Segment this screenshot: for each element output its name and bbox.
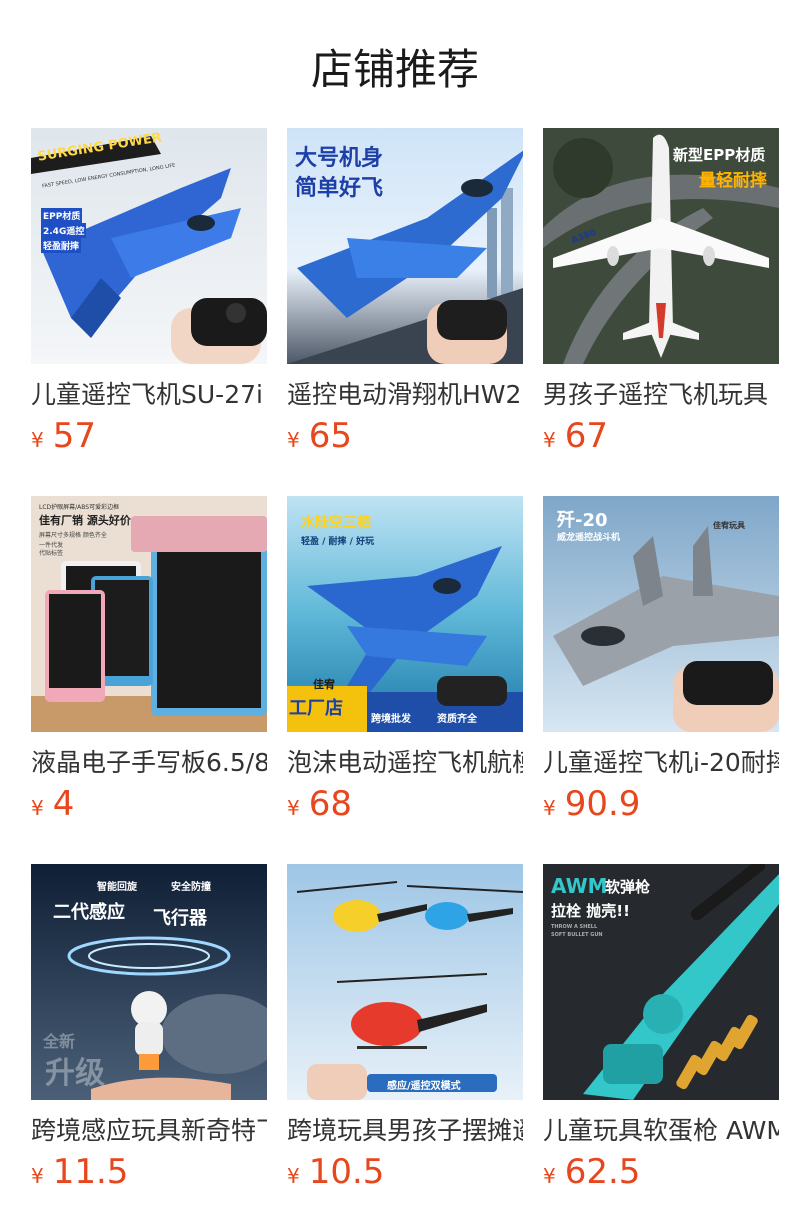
price-row: ¥ 11.5 bbox=[31, 1152, 267, 1192]
price-row: ¥ 68 bbox=[287, 784, 523, 824]
image-subtext: LCD护眼屏幕/ABS可爱彩边框 bbox=[39, 504, 120, 511]
product-name[interactable]: 儿童遥控飞机SU-27i bbox=[31, 378, 267, 412]
product-name[interactable]: 儿童玩具软蛋枪 AWM bbox=[543, 1114, 779, 1148]
product-card[interactable]: 歼-20 威龙遥控战斗机 佳宥玩具 儿童遥控飞机i-20耐摔 ¥ 90.9 bbox=[543, 496, 779, 864]
product-name[interactable]: 跨境玩具男孩子摆摊遥控直升机 bbox=[287, 1114, 523, 1148]
currency-symbol: ¥ bbox=[31, 1164, 44, 1188]
product-price: 90.9 bbox=[564, 784, 641, 824]
image-headline: 歼-20 bbox=[557, 510, 608, 531]
product-card[interactable]: 新型EPP材质 量轻耐摔 A380 男孩子遥控飞机玩具 ¥ 67 bbox=[543, 128, 779, 496]
product-name[interactable]: 男孩子遥控飞机玩具 bbox=[543, 378, 779, 412]
currency-symbol: ¥ bbox=[287, 1164, 300, 1188]
product-grid: SURGING POWER FAST SPEED, LOW ENERGY CON… bbox=[31, 128, 779, 1232]
price-row: ¥ 4 bbox=[31, 784, 267, 824]
product-card[interactable]: 水陆空三栖 轻盈 / 耐摔 / 好玩 佳宥 工厂店 跨境批发 资质齐全 泡沫电动… bbox=[287, 496, 523, 864]
price-row: ¥ 10.5 bbox=[287, 1152, 523, 1192]
helicopters-image[interactable]: 感应/遥控双模式 bbox=[287, 864, 523, 1100]
image-tag: 跨境批发 bbox=[371, 714, 411, 725]
image-tag: 资质齐全 bbox=[437, 714, 477, 725]
product-price: 10.5 bbox=[308, 1152, 385, 1192]
image-headline: 飞行器 bbox=[153, 908, 207, 929]
image-subtext: 拉栓 抛壳!! bbox=[551, 902, 630, 920]
image-watermark: 升级 bbox=[45, 1056, 105, 1091]
currency-symbol: ¥ bbox=[543, 1164, 556, 1188]
product-name[interactable]: 泡沫电动遥控飞机航模 bbox=[287, 746, 523, 780]
stealth-fighter-image[interactable]: 歼-20 威龙遥控战斗机 佳宥玩具 bbox=[543, 496, 779, 732]
currency-symbol: ¥ bbox=[543, 428, 556, 452]
product-price: 4 bbox=[52, 784, 75, 824]
image-headline: 二代感应 bbox=[53, 902, 125, 923]
product-card[interactable]: 智能回旋 安全防撞 二代感应 飞行器 全新 升级 跨境感应玩具新奇特飞行器 ¥ … bbox=[31, 864, 267, 1232]
image-subtext: THROW A SHELL bbox=[551, 924, 598, 930]
price-row: ¥ 62.5 bbox=[543, 1152, 779, 1192]
product-card[interactable]: SURGING POWER FAST SPEED, LOW ENERGY CON… bbox=[31, 128, 267, 496]
image-headline: 软弹枪 bbox=[605, 878, 651, 896]
product-price: 68 bbox=[308, 784, 352, 824]
image-badge: 佳宥 bbox=[313, 678, 335, 691]
brand-logo-text: 佳宥玩具 bbox=[713, 521, 745, 530]
image-headline: 大号机身 bbox=[295, 146, 384, 171]
currency-symbol: ¥ bbox=[287, 796, 300, 820]
product-price: 57 bbox=[52, 416, 96, 456]
astronaut-drone-image[interactable]: 智能回旋 安全防撞 二代感应 飞行器 全新 升级 bbox=[31, 864, 267, 1100]
helicopters-illustration bbox=[287, 864, 523, 1100]
product-price: 11.5 bbox=[52, 1152, 129, 1192]
price-row: ¥ 67 bbox=[543, 416, 779, 456]
image-tag: 轻盈耐摔 bbox=[41, 238, 82, 253]
product-name[interactable]: 遥控电动滑翔机HW2 bbox=[287, 378, 523, 412]
image-subtext: 轻盈 / 耐摔 / 好玩 bbox=[301, 537, 375, 547]
price-row: ¥ 90.9 bbox=[543, 784, 779, 824]
image-tag: EPP材质 bbox=[41, 208, 83, 223]
page-title: 店铺推荐 bbox=[310, 45, 479, 94]
currency-symbol: ¥ bbox=[287, 428, 300, 452]
product-price: 67 bbox=[564, 416, 608, 456]
image-subtext: 安全防撞 bbox=[171, 882, 211, 893]
product-name[interactable]: 儿童遥控飞机i-20耐摔 bbox=[543, 746, 779, 780]
image-badge: 工厂店 bbox=[289, 698, 343, 719]
toy-sniper-gun-image[interactable]: AWM 软弹枪 拉栓 抛壳!! THROW A SHELL SOFT BULLE… bbox=[543, 864, 779, 1100]
product-card[interactable]: 感应/遥控双模式 跨境玩具男孩子摆摊遥控直升机 ¥ 10.5 bbox=[287, 864, 523, 1232]
product-name[interactable]: 液晶电子手写板6.5/8 bbox=[31, 746, 267, 780]
image-subtext: 代贴标签 bbox=[39, 550, 64, 557]
blue-glider-jet-image[interactable]: 大号机身 简单好飞 bbox=[287, 128, 523, 364]
currency-symbol: ¥ bbox=[543, 796, 556, 820]
image-tag: 感应/遥控双模式 bbox=[387, 1081, 461, 1092]
product-card[interactable]: 大号机身 简单好飞 遥控电动滑翔机HW2 ¥ 65 bbox=[287, 128, 523, 496]
image-headline: AWM bbox=[551, 874, 608, 898]
price-row: ¥ 57 bbox=[31, 416, 267, 456]
image-headline: 量轻耐摔 bbox=[699, 171, 767, 191]
image-subtext: SOFT BULLET GUN bbox=[551, 932, 603, 938]
image-subtext: 威龙遥控战斗机 bbox=[557, 533, 621, 543]
product-name[interactable]: 跨境感应玩具新奇特飞行器 bbox=[31, 1114, 267, 1148]
image-headline: 简单好飞 bbox=[295, 176, 384, 201]
product-card[interactable]: AWM 软弹枪 拉栓 抛壳!! THROW A SHELL SOFT BULLE… bbox=[543, 864, 779, 1232]
lcd-writing-tablets-image[interactable]: LCD护眼屏幕/ABS可爱彩边框 佳有厂销 源头好价 屏幕尺寸多规格 颜色齐全 … bbox=[31, 496, 267, 732]
currency-symbol: ¥ bbox=[31, 428, 44, 452]
blue-jet-plane-image[interactable]: SURGING POWER FAST SPEED, LOW ENERGY CON… bbox=[31, 128, 267, 364]
image-headline: 新型EPP材质 bbox=[673, 146, 766, 164]
amphibious-plane-image[interactable]: 水陆空三栖 轻盈 / 耐摔 / 好玩 佳宥 工厂店 跨境批发 资质齐全 bbox=[287, 496, 523, 732]
image-tag: 2.4G遥控 bbox=[41, 223, 87, 238]
image-subtext: 智能回旋 bbox=[97, 882, 137, 893]
image-subtext: 屏幕尺寸多规格 颜色齐全 bbox=[39, 532, 107, 539]
product-price: 62.5 bbox=[564, 1152, 641, 1192]
a380-airliner-image[interactable]: 新型EPP材质 量轻耐摔 A380 bbox=[543, 128, 779, 364]
product-price: 65 bbox=[308, 416, 352, 456]
product-card[interactable]: LCD护眼屏幕/ABS可爱彩边框 佳有厂销 源头好价 屏幕尺寸多规格 颜色齐全 … bbox=[31, 496, 267, 864]
image-headline: 佳有厂销 源头好价 bbox=[39, 514, 131, 527]
price-row: ¥ 65 bbox=[287, 416, 523, 456]
image-headline: 水陆空三栖 bbox=[301, 515, 371, 531]
currency-symbol: ¥ bbox=[31, 796, 44, 820]
